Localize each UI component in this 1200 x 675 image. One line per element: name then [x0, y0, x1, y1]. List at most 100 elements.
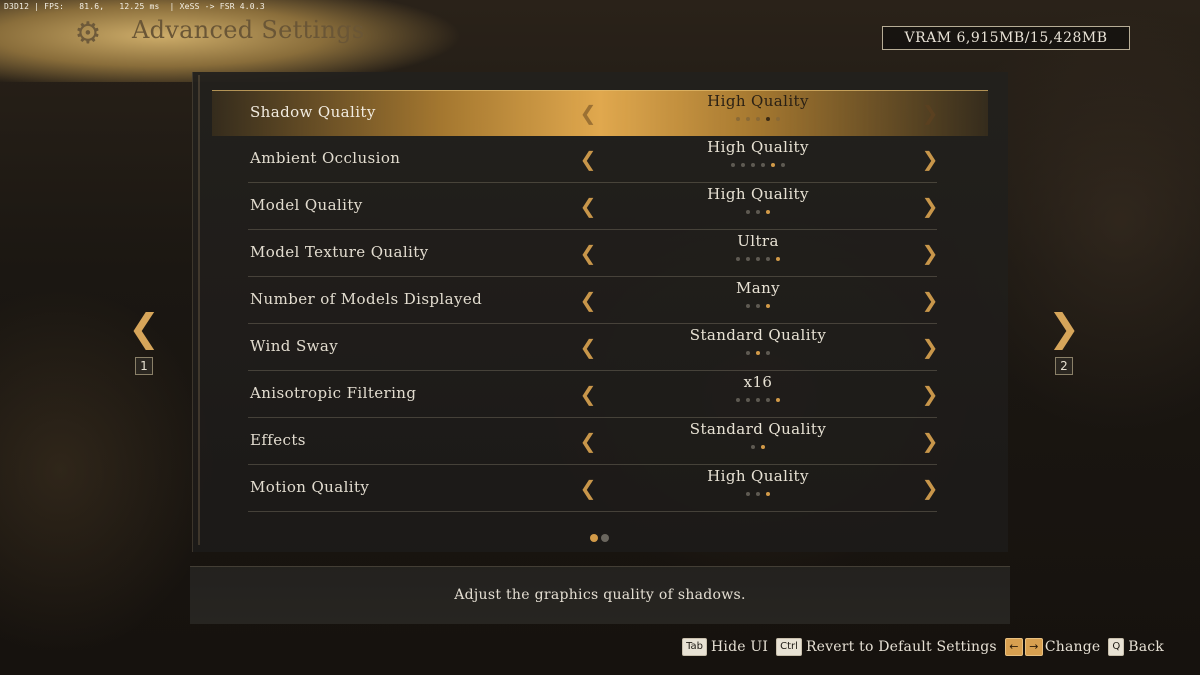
- increase-arrow-icon[interactable]: ❯: [920, 101, 940, 125]
- decrease-arrow-icon[interactable]: ❮: [578, 288, 598, 312]
- left-arrow-key-icon: ←: [1004, 638, 1023, 656]
- level-dot: [771, 163, 775, 167]
- page-dot[interactable]: [601, 534, 609, 542]
- decrease-arrow-icon[interactable]: ❮: [578, 194, 598, 218]
- decrease-arrow-icon[interactable]: ❮: [578, 147, 598, 171]
- level-dot: [776, 257, 780, 261]
- setting-row[interactable]: Ambient Occlusion ❮ High Quality ❯: [248, 137, 940, 183]
- tab-key: Tab: [682, 638, 708, 656]
- level-indicator: [648, 398, 868, 404]
- setting-value: High Quality: [707, 467, 809, 485]
- level-indicator: [648, 163, 868, 169]
- increase-arrow-icon[interactable]: ❯: [920, 241, 940, 265]
- decrease-arrow-icon[interactable]: ❮: [578, 101, 598, 125]
- setting-value: High Quality: [707, 185, 809, 203]
- level-dot: [746, 210, 750, 214]
- page-dot[interactable]: [590, 534, 598, 542]
- setting-value: Standard Quality: [689, 420, 827, 438]
- setting-label: Effects: [250, 431, 306, 449]
- back-label: Back: [1128, 639, 1164, 655]
- level-dot: [766, 210, 770, 214]
- level-indicator: [648, 445, 868, 451]
- decrease-arrow-icon[interactable]: ❮: [578, 241, 598, 265]
- back-hint[interactable]: Q Back: [1108, 638, 1164, 656]
- level-dot: [746, 257, 750, 261]
- level-dot: [756, 257, 760, 261]
- setting-row[interactable]: Effects ❮ Standard Quality ❯: [248, 419, 940, 465]
- level-dot: [766, 257, 770, 261]
- setting-label: Model Quality: [250, 196, 363, 214]
- setting-row[interactable]: Anisotropic Filtering ❮ x16 ❯: [248, 372, 940, 418]
- level-dot: [756, 304, 760, 308]
- increase-arrow-icon[interactable]: ❯: [920, 288, 940, 312]
- setting-description: Adjust the graphics quality of shadows.: [454, 587, 746, 603]
- setting-row[interactable]: Model Texture Quality ❮ Ultra ❯: [248, 231, 940, 277]
- level-dot: [746, 351, 750, 355]
- setting-row[interactable]: Wind Sway ❮ Standard Quality ❯: [248, 325, 940, 371]
- level-dot: [741, 163, 745, 167]
- decrease-arrow-icon[interactable]: ❮: [578, 476, 598, 500]
- setting-label: Shadow Quality: [250, 103, 376, 121]
- increase-arrow-icon[interactable]: ❯: [920, 382, 940, 406]
- level-dot: [761, 163, 765, 167]
- setting-label: Ambient Occlusion: [250, 149, 401, 167]
- level-dot: [731, 163, 735, 167]
- level-dot: [751, 163, 755, 167]
- vram-usage-display: VRAM 6,915MB/15,428MB: [882, 26, 1130, 50]
- decrease-arrow-icon[interactable]: ❮: [578, 335, 598, 359]
- level-indicator: [648, 304, 868, 310]
- setting-label: Wind Sway: [250, 337, 339, 355]
- increase-arrow-icon[interactable]: ❯: [920, 476, 940, 500]
- level-dot: [766, 398, 770, 402]
- level-dot: [746, 304, 750, 308]
- description-panel: Adjust the graphics quality of shadows.: [190, 566, 1010, 624]
- level-dot: [781, 163, 785, 167]
- q-key: Q: [1108, 638, 1125, 656]
- level-dot: [766, 492, 770, 496]
- revert-defaults-label: Revert to Default Settings: [805, 639, 997, 655]
- setting-row[interactable]: Motion Quality ❮ High Quality ❯: [248, 466, 940, 512]
- previous-page-arrow-icon[interactable]: ❮: [124, 306, 164, 350]
- next-page-arrow-icon[interactable]: ❯: [1044, 306, 1084, 350]
- right-arrow-key-icon: →: [1024, 638, 1043, 656]
- setting-row[interactable]: Model Quality ❮ High Quality ❯: [248, 184, 940, 230]
- setting-row[interactable]: Number of Models Displayed ❮ Many ❯: [248, 278, 940, 324]
- increase-arrow-icon[interactable]: ❯: [920, 429, 940, 453]
- level-dot: [736, 117, 740, 121]
- level-indicator: [648, 257, 868, 263]
- panel-border-decoration: [198, 75, 202, 545]
- change-label: Change: [1044, 639, 1101, 655]
- level-dot: [736, 398, 740, 402]
- level-indicator: [648, 210, 868, 216]
- setting-value: Standard Quality: [689, 326, 827, 344]
- setting-value: High Quality: [707, 138, 809, 156]
- increase-arrow-icon[interactable]: ❯: [920, 147, 940, 171]
- increase-arrow-icon[interactable]: ❯: [920, 194, 940, 218]
- control-hints-bar: Tab Hide UI Ctrl Revert to Default Setti…: [674, 638, 1164, 656]
- level-dot: [756, 117, 760, 121]
- level-indicator: [648, 117, 868, 123]
- setting-label: Number of Models Displayed: [250, 290, 483, 308]
- increase-arrow-icon[interactable]: ❯: [920, 335, 940, 359]
- revert-defaults-hint[interactable]: Ctrl Revert to Default Settings: [776, 638, 997, 656]
- level-dot: [746, 398, 750, 402]
- performance-overlay: D3D12 | FPS: 81.6, 12.25 ms | XeSS -> FS…: [4, 2, 265, 11]
- next-page-key[interactable]: 2: [1055, 357, 1073, 375]
- level-indicator: [648, 492, 868, 498]
- change-hint[interactable]: ← → Change: [1004, 638, 1101, 656]
- decrease-arrow-icon[interactable]: ❮: [578, 429, 598, 453]
- level-dot: [766, 304, 770, 308]
- setting-label: Anisotropic Filtering: [250, 384, 417, 402]
- level-dot: [751, 445, 755, 449]
- hide-ui-hint[interactable]: Tab Hide UI: [682, 638, 768, 656]
- level-dot: [756, 210, 760, 214]
- decrease-arrow-icon[interactable]: ❮: [578, 382, 598, 406]
- level-dot: [736, 257, 740, 261]
- level-indicator: [648, 351, 868, 357]
- setting-label: Model Texture Quality: [250, 243, 429, 261]
- page-indicator: [590, 534, 609, 542]
- level-dot: [776, 398, 780, 402]
- setting-row[interactable]: Shadow Quality ❮ High Quality ❯: [212, 90, 988, 136]
- previous-page-key[interactable]: 1: [135, 357, 153, 375]
- page-title: Advanced Settings: [132, 16, 365, 44]
